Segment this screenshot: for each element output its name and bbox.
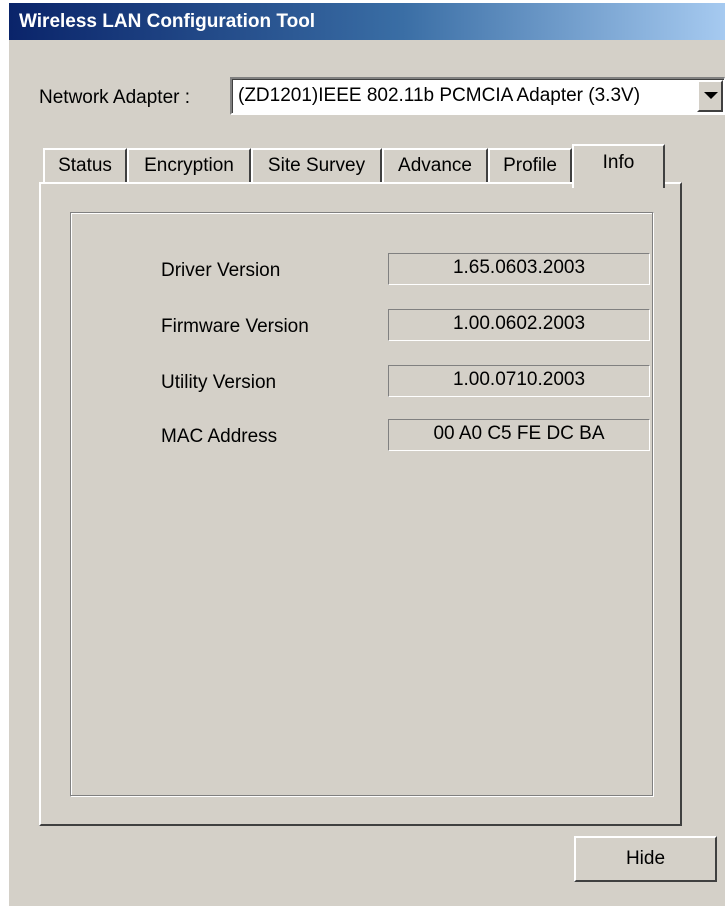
tab-advance[interactable]: Advance (382, 148, 488, 184)
window-title: Wireless LAN Configuration Tool (19, 11, 316, 32)
tab-info[interactable]: Info (572, 144, 665, 188)
network-adapter-label: Network Adapter : (39, 87, 191, 108)
title-bar[interactable]: Wireless LAN Configuration Tool (9, 3, 725, 40)
dropdown-button[interactable] (697, 80, 723, 112)
utility-version-value: 1.00.0710.2003 (388, 365, 650, 397)
mac-address-label: MAC Address (161, 426, 278, 447)
hide-button[interactable]: Hide (574, 836, 717, 882)
tab-status[interactable]: Status (43, 148, 127, 184)
mac-address-value: 00 A0 C5 FE DC BA (388, 419, 650, 451)
driver-version-label: Driver Version (161, 260, 281, 281)
firmware-version-value: 1.00.0602.2003 (388, 309, 650, 341)
chevron-down-icon (704, 92, 718, 99)
tab-profile[interactable]: Profile (488, 148, 572, 184)
utility-version-label: Utility Version (161, 372, 277, 393)
tab-encryption[interactable]: Encryption (127, 148, 251, 184)
driver-version-value: 1.65.0603.2003 (388, 253, 650, 285)
network-adapter-value: (ZD1201)IEEE 802.11b PCMCIA Adapter (3.3… (238, 85, 641, 106)
firmware-version-label: Firmware Version (161, 316, 309, 337)
tab-site-survey[interactable]: Site Survey (251, 148, 382, 184)
info-group-box: Driver Version 1.65.0603.2003 Firmware V… (70, 212, 654, 797)
info-tab-panel: Driver Version 1.65.0603.2003 Firmware V… (39, 182, 682, 826)
app-window: Wireless LAN Configuration Tool Network … (8, 3, 725, 906)
network-adapter-select[interactable]: (ZD1201)IEEE 802.11b PCMCIA Adapter (3.3… (230, 77, 725, 115)
